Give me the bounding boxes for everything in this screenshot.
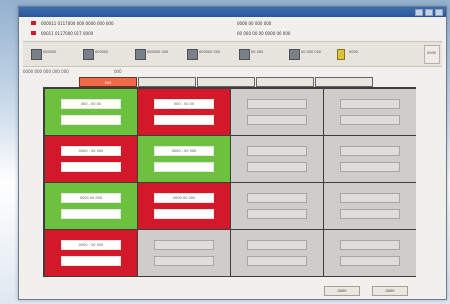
- grid-cell[interactable]: 000 - 00 00: [45, 89, 137, 135]
- cell-value: [154, 256, 214, 266]
- info-row-right: 0000 00 000 000: [237, 21, 272, 26]
- cell-label: [340, 146, 400, 156]
- toolbar-item-6[interactable]: 00 000 000: [287, 46, 333, 62]
- section-label-secondary: 000: [114, 69, 122, 74]
- grid-cell[interactable]: [324, 136, 416, 182]
- grid-cell[interactable]: [324, 183, 416, 229]
- toolbar-item-3[interactable]: 000000 000: [133, 46, 179, 62]
- cell-label: [247, 193, 307, 203]
- grid-cell[interactable]: 0000 - 00 000: [45, 136, 137, 182]
- toolbar-item-5[interactable]: 00 000: [237, 46, 283, 62]
- ok-button[interactable]: 0000: [324, 286, 360, 296]
- toolbar-item-2[interactable]: 000000: [81, 46, 127, 62]
- info-row-right: 00 000 00 00 0000 00 000: [237, 31, 291, 36]
- tab-3[interactable]: [197, 77, 255, 87]
- toolbar-end-button[interactable]: 0000: [424, 45, 440, 64]
- calendar-icon: [83, 49, 94, 60]
- cell-label: 0000 00 000: [154, 193, 214, 203]
- grid-cell[interactable]: [231, 230, 323, 276]
- monitor-icon: [31, 49, 42, 60]
- grid-icon: [135, 49, 146, 60]
- settings-icon: [289, 49, 300, 60]
- info-row-left: 000011 0117000 000 0000 000 000: [41, 21, 114, 26]
- toolbar-item-7[interactable]: 0000: [335, 46, 381, 62]
- cell-value: [247, 162, 307, 172]
- cell-label: 000 - 00 00: [154, 99, 214, 109]
- maximize-icon[interactable]: [425, 9, 433, 16]
- title-bar: [19, 7, 446, 17]
- grid-cell[interactable]: 0000 00 000: [138, 183, 230, 229]
- tab-5[interactable]: [315, 77, 373, 87]
- section-label: 0000 000 000 000 000: [23, 69, 69, 74]
- cell-value: [154, 209, 214, 219]
- cell-label: [340, 193, 400, 203]
- cell-label: [247, 99, 307, 109]
- cell-label: [154, 240, 214, 250]
- app-window: 000011 0117000 000 0000 000 000 0000 00 …: [18, 6, 447, 300]
- cell-label: [247, 240, 307, 250]
- warning-icon: [337, 49, 345, 60]
- cell-label: 0000 - 00 000: [61, 146, 121, 156]
- grid-cell[interactable]: [138, 230, 230, 276]
- grid-cell[interactable]: 0000 00 000: [45, 183, 137, 229]
- report-icon: [187, 49, 198, 60]
- grid-cell[interactable]: [231, 183, 323, 229]
- cell-label: 000 - 00 00: [61, 99, 121, 109]
- cell-label: [340, 240, 400, 250]
- grid-cell[interactable]: 0000 - 00 000: [138, 136, 230, 182]
- info-row-1: 000011 0117000 000 0000 000 000 0000 00 …: [27, 19, 437, 27]
- tab-1[interactable]: 000: [79, 77, 137, 87]
- window-controls: [415, 9, 443, 16]
- close-icon[interactable]: [435, 9, 443, 16]
- cell-label: [247, 146, 307, 156]
- cell-value: [154, 162, 214, 172]
- minimize-icon[interactable]: [415, 9, 423, 16]
- cell-value: [247, 256, 307, 266]
- cell-label: 0000 00 000: [61, 193, 121, 203]
- cell-value: [61, 256, 121, 266]
- grid-cell[interactable]: [324, 230, 416, 276]
- list-icon: [239, 49, 250, 60]
- cell-value: [340, 162, 400, 172]
- grid-cell[interactable]: [231, 136, 323, 182]
- cell-value: [61, 162, 121, 172]
- tab-4[interactable]: [256, 77, 314, 87]
- status-dot-icon: [31, 21, 36, 25]
- cell-value: [340, 115, 400, 125]
- cell-value: [61, 115, 121, 125]
- cell-value: [61, 209, 121, 219]
- toolbar-item-1[interactable]: 000000: [29, 46, 75, 62]
- cell-value: [154, 115, 214, 125]
- cell-label: 0000 - 00 000: [61, 240, 121, 250]
- status-grid: 000 - 00 00 000 - 00 00 0000 - 00 000 00…: [43, 87, 416, 277]
- tab-2[interactable]: [138, 77, 196, 87]
- cell-value: [247, 209, 307, 219]
- grid-cell[interactable]: [231, 89, 323, 135]
- grid-cell[interactable]: 000 - 00 00: [138, 89, 230, 135]
- cell-label: [340, 99, 400, 109]
- cell-value: [340, 209, 400, 219]
- cell-value: [340, 256, 400, 266]
- tab-strip: 000: [79, 77, 374, 87]
- cancel-button[interactable]: 0000: [372, 286, 408, 296]
- cell-label: 0000 - 00 000: [154, 146, 214, 156]
- info-row-2: 00011 0117000 017 0000 00 000 00 00 0000…: [27, 29, 437, 37]
- info-row-left: 00011 0117000 017 0000: [41, 31, 94, 36]
- toolbar-item-4[interactable]: 000000 000: [185, 46, 231, 62]
- grid-cell[interactable]: 0000 - 00 000: [45, 230, 137, 276]
- grid-cell[interactable]: [324, 89, 416, 135]
- toolbar: 000000 000000 000000 000 000000 000 00 0…: [23, 41, 442, 67]
- cell-value: [247, 115, 307, 125]
- status-dot-icon: [31, 31, 36, 35]
